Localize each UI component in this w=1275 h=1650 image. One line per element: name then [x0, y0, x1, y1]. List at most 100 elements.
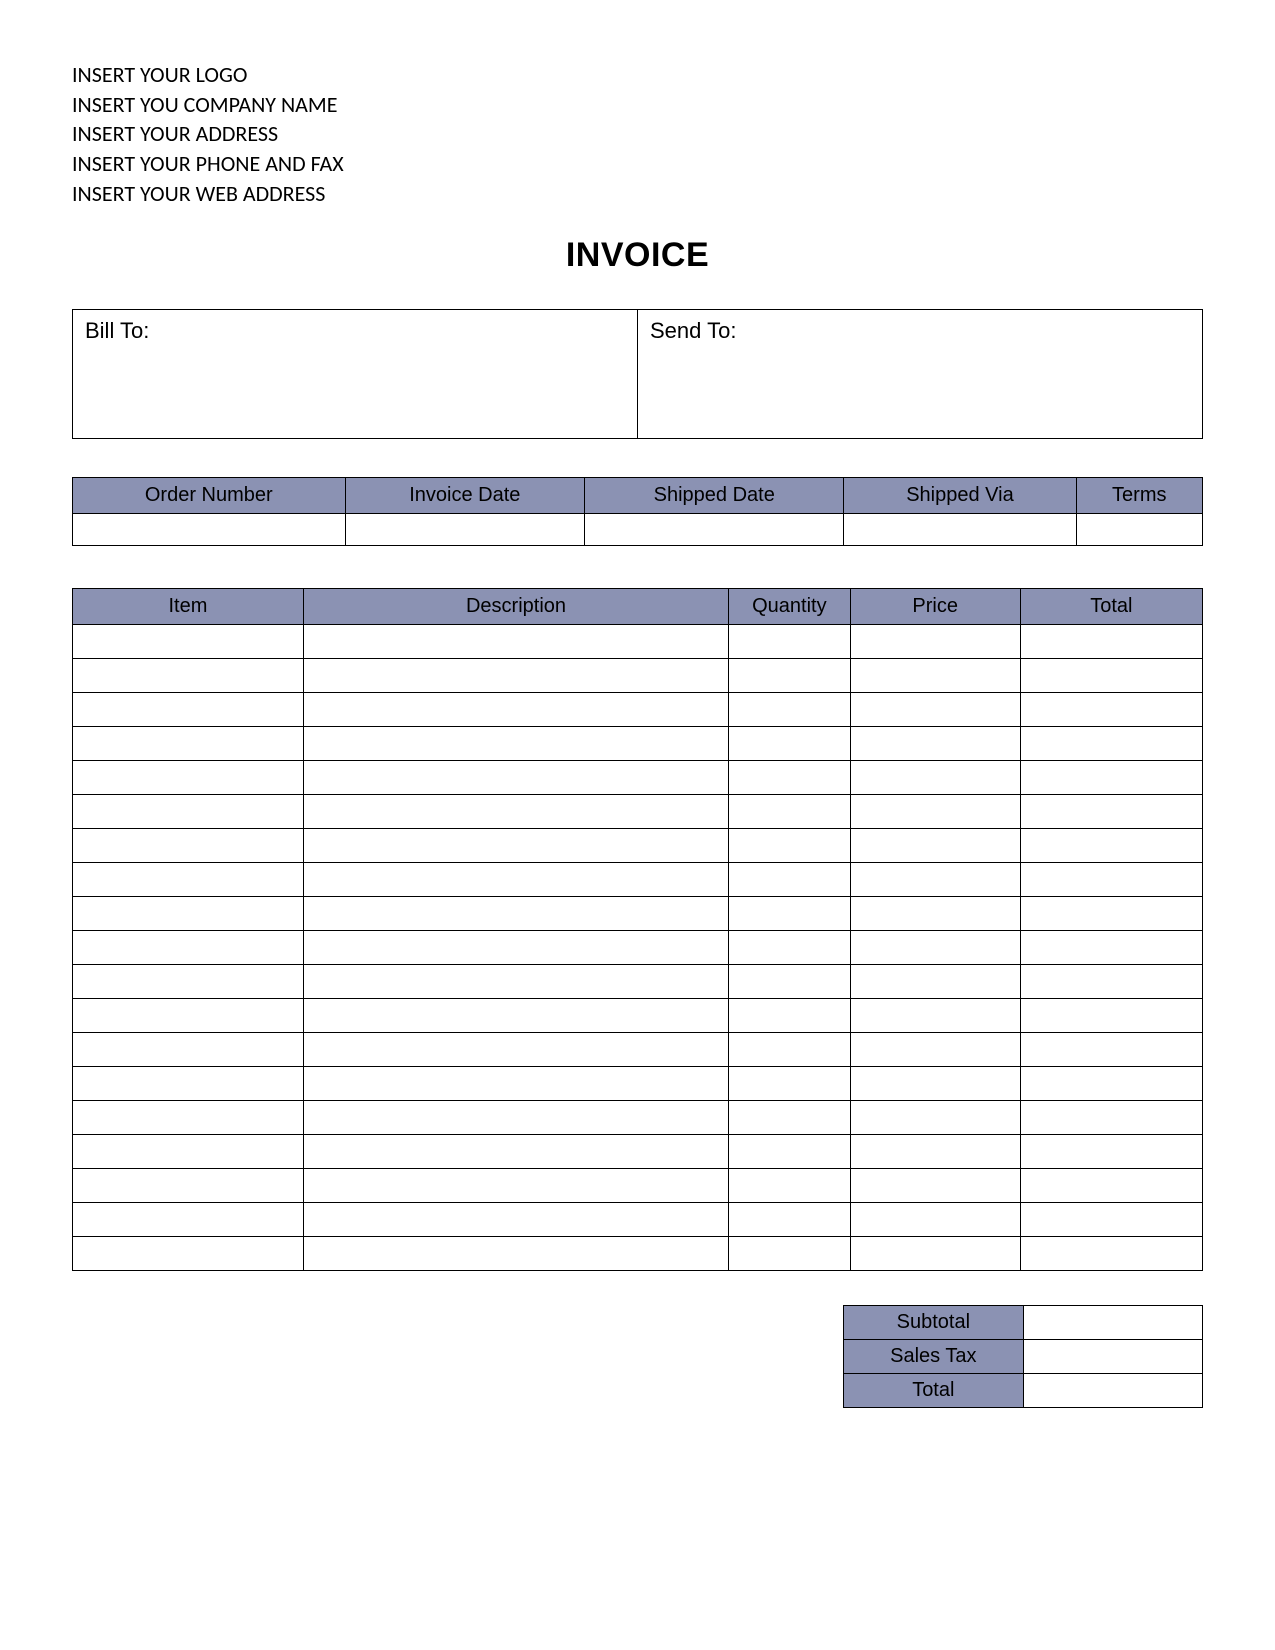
order-info-row — [73, 514, 1203, 546]
quantity-header: Quantity — [729, 589, 851, 625]
description-header: Description — [303, 589, 728, 625]
item-price-cell — [850, 1169, 1020, 1203]
item-item-cell — [73, 1237, 304, 1271]
item-item-cell — [73, 1067, 304, 1101]
item-description-cell — [303, 693, 728, 727]
item-description-cell — [303, 1237, 728, 1271]
item-quantity-cell — [729, 1033, 851, 1067]
item-price-cell — [850, 965, 1020, 999]
item-item-cell — [73, 931, 304, 965]
shipped-via-value — [844, 514, 1076, 546]
terms-header: Terms — [1076, 478, 1202, 514]
item-item-cell — [73, 795, 304, 829]
item-price-cell — [850, 659, 1020, 693]
company-address-line: INSERT YOUR ADDRESS — [72, 119, 1203, 149]
total-label: Total — [844, 1374, 1024, 1408]
bill-to-cell: Bill To: — [73, 310, 637, 438]
item-quantity-cell — [729, 625, 851, 659]
item-price-cell — [850, 625, 1020, 659]
item-quantity-cell — [729, 1169, 851, 1203]
item-total-cell — [1020, 1135, 1202, 1169]
company-name-line: INSERT YOU COMPANY NAME — [72, 90, 1203, 120]
item-quantity-cell — [729, 1135, 851, 1169]
item-row — [73, 863, 1203, 897]
item-price-cell — [850, 1237, 1020, 1271]
item-description-cell — [303, 931, 728, 965]
item-price-cell — [850, 829, 1020, 863]
item-item-cell — [73, 1169, 304, 1203]
item-total-cell — [1020, 1101, 1202, 1135]
item-description-cell — [303, 625, 728, 659]
item-total-cell — [1020, 693, 1202, 727]
shipped-via-header: Shipped Via — [844, 478, 1076, 514]
item-row — [73, 965, 1203, 999]
item-description-cell — [303, 761, 728, 795]
item-quantity-cell — [729, 1203, 851, 1237]
item-row — [73, 897, 1203, 931]
item-price-cell — [850, 1135, 1020, 1169]
item-total-cell — [1020, 1033, 1202, 1067]
shipped-date-value — [585, 514, 844, 546]
item-price-cell — [850, 1033, 1020, 1067]
item-description-cell — [303, 1033, 728, 1067]
invoice-date-header: Invoice Date — [345, 478, 584, 514]
salestax-label: Sales Tax — [844, 1340, 1024, 1374]
item-row — [73, 727, 1203, 761]
item-total-cell — [1020, 659, 1202, 693]
item-header: Item — [73, 589, 304, 625]
item-row — [73, 1033, 1203, 1067]
company-web-line: INSERT YOUR WEB ADDRESS — [72, 179, 1203, 209]
item-price-cell — [850, 863, 1020, 897]
item-quantity-cell — [729, 761, 851, 795]
item-quantity-cell — [729, 897, 851, 931]
item-price-cell — [850, 999, 1020, 1033]
item-item-cell — [73, 829, 304, 863]
item-row — [73, 659, 1203, 693]
item-description-cell — [303, 897, 728, 931]
order-number-value — [73, 514, 346, 546]
item-price-cell — [850, 897, 1020, 931]
item-price-cell — [850, 795, 1020, 829]
item-total-cell — [1020, 1067, 1202, 1101]
item-price-cell — [850, 1203, 1020, 1237]
item-item-cell — [73, 727, 304, 761]
item-total-cell — [1020, 795, 1202, 829]
order-number-header: Order Number — [73, 478, 346, 514]
salestax-value — [1023, 1340, 1202, 1374]
item-item-cell — [73, 693, 304, 727]
item-row — [73, 1237, 1203, 1271]
item-description-cell — [303, 727, 728, 761]
item-item-cell — [73, 999, 304, 1033]
item-description-cell — [303, 1067, 728, 1101]
item-quantity-cell — [729, 863, 851, 897]
item-quantity-cell — [729, 693, 851, 727]
total-value — [1023, 1374, 1202, 1408]
item-total-cell — [1020, 999, 1202, 1033]
item-description-cell — [303, 965, 728, 999]
item-description-cell — [303, 795, 728, 829]
item-total-cell — [1020, 931, 1202, 965]
price-header: Price — [850, 589, 1020, 625]
item-quantity-cell — [729, 999, 851, 1033]
item-row — [73, 1067, 1203, 1101]
item-item-cell — [73, 1101, 304, 1135]
item-item-cell — [73, 659, 304, 693]
item-total-cell — [1020, 965, 1202, 999]
item-item-cell — [73, 625, 304, 659]
item-total-cell — [1020, 727, 1202, 761]
item-row — [73, 1203, 1203, 1237]
item-total-cell — [1020, 1237, 1202, 1271]
item-row — [73, 1101, 1203, 1135]
item-price-cell — [850, 693, 1020, 727]
item-row — [73, 829, 1203, 863]
item-description-cell — [303, 1169, 728, 1203]
item-description-cell — [303, 999, 728, 1033]
item-item-cell — [73, 863, 304, 897]
item-row — [73, 931, 1203, 965]
item-price-cell — [850, 727, 1020, 761]
invoice-title: INVOICE — [72, 236, 1203, 275]
item-total-cell — [1020, 829, 1202, 863]
shipped-date-header: Shipped Date — [585, 478, 844, 514]
item-description-cell — [303, 863, 728, 897]
item-description-cell — [303, 659, 728, 693]
